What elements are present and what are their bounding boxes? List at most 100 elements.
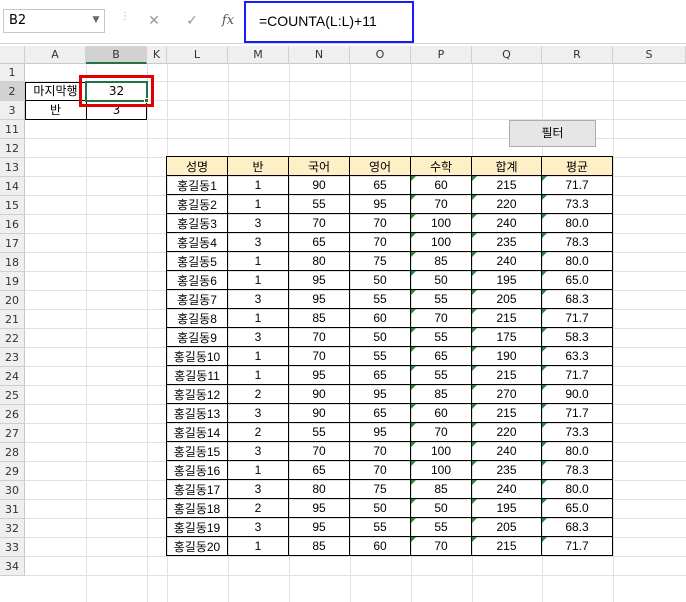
table-cell[interactable]: 60 (410, 175, 472, 195)
formula-input[interactable]: =COUNTA(L:L)+11 (259, 9, 377, 33)
table-cell[interactable]: 55 (349, 517, 411, 537)
table-cell[interactable]: 홍길동6 (166, 270, 228, 290)
table-cell[interactable]: 100 (410, 460, 472, 480)
table-cell[interactable]: 71.7 (541, 403, 613, 423)
row-header[interactable]: 32 (0, 519, 25, 538)
table-cell[interactable]: 75 (349, 479, 411, 499)
table-cell[interactable]: 68.3 (541, 517, 613, 537)
table-cell[interactable]: 70 (410, 308, 472, 328)
row-header[interactable]: 23 (0, 348, 25, 367)
table-cell[interactable]: 70 (410, 194, 472, 214)
table-cell[interactable]: 60 (349, 536, 411, 556)
table-header-cell[interactable]: 평균 (541, 156, 613, 176)
table-cell[interactable]: 80 (288, 251, 350, 271)
table-cell[interactable]: 1 (227, 251, 289, 271)
table-cell[interactable]: 55 (410, 365, 472, 385)
table-cell[interactable]: 55 (288, 194, 350, 214)
table-cell[interactable]: 50 (349, 498, 411, 518)
table-cell[interactable]: 100 (410, 441, 472, 461)
table-cell[interactable]: 3 (227, 232, 289, 252)
table-cell[interactable]: 215 (471, 308, 542, 328)
table-cell[interactable]: 75 (349, 251, 411, 271)
table-cell[interactable]: 65 (349, 175, 411, 195)
table-header-cell[interactable]: 영어 (349, 156, 411, 176)
table-cell[interactable]: 95 (288, 498, 350, 518)
table-cell[interactable]: 80.0 (541, 251, 613, 271)
table-cell[interactable]: 190 (471, 346, 542, 366)
col-header-l[interactable]: L (167, 46, 228, 64)
table-cell[interactable]: 65 (288, 460, 350, 480)
table-cell[interactable]: 70 (410, 536, 472, 556)
table-cell[interactable]: 홍길동8 (166, 308, 228, 328)
table-header-cell[interactable]: 반 (227, 156, 289, 176)
select-all-corner[interactable] (0, 46, 25, 64)
table-cell[interactable]: 홍길동7 (166, 289, 228, 309)
table-cell[interactable]: 홍길동13 (166, 403, 228, 423)
table-cell[interactable]: 71.7 (541, 365, 613, 385)
row-header[interactable]: 17 (0, 234, 25, 253)
table-cell[interactable]: 70 (288, 213, 350, 233)
table-cell[interactable]: 50 (349, 270, 411, 290)
table-cell[interactable]: 100 (410, 213, 472, 233)
row-header[interactable]: 28 (0, 443, 25, 462)
table-cell[interactable]: 65 (410, 346, 472, 366)
table-cell[interactable]: 55 (410, 327, 472, 347)
table-cell[interactable]: 73.3 (541, 422, 613, 442)
cell-a2[interactable]: 마지막행 (25, 82, 86, 101)
table-cell[interactable]: 195 (471, 270, 542, 290)
table-cell[interactable]: 홍길동16 (166, 460, 228, 480)
table-cell[interactable]: 215 (471, 536, 542, 556)
table-cell[interactable]: 71.7 (541, 308, 613, 328)
table-cell[interactable]: 85 (410, 251, 472, 271)
table-cell[interactable]: 80.0 (541, 479, 613, 499)
table-cell[interactable]: 235 (471, 460, 542, 480)
table-cell[interactable]: 1 (227, 536, 289, 556)
table-cell[interactable]: 95 (288, 270, 350, 290)
enter-icon[interactable]: ✓ (181, 9, 203, 33)
table-cell[interactable]: 215 (471, 403, 542, 423)
table-cell[interactable]: 90.0 (541, 384, 613, 404)
table-cell[interactable]: 홍길동3 (166, 213, 228, 233)
table-cell[interactable]: 홍길동12 (166, 384, 228, 404)
table-cell[interactable]: 68.3 (541, 289, 613, 309)
table-cell[interactable]: 3 (227, 213, 289, 233)
row-header[interactable]: 25 (0, 386, 25, 405)
table-cell[interactable]: 240 (471, 479, 542, 499)
table-cell[interactable]: 홍길동1 (166, 175, 228, 195)
col-header-o[interactable]: O (350, 46, 411, 64)
table-cell[interactable]: 73.3 (541, 194, 613, 214)
row-header[interactable]: 21 (0, 310, 25, 329)
row-header[interactable]: 29 (0, 462, 25, 481)
col-header-r[interactable]: R (542, 46, 613, 64)
table-cell[interactable]: 1 (227, 365, 289, 385)
table-cell[interactable]: 65.0 (541, 498, 613, 518)
cell-a3[interactable]: 반 (25, 101, 86, 120)
table-cell[interactable]: 홍길동20 (166, 536, 228, 556)
table-header-cell[interactable]: 국어 (288, 156, 350, 176)
row-header[interactable]: 1 (0, 64, 25, 82)
table-cell[interactable]: 95 (349, 422, 411, 442)
table-cell[interactable]: 95 (288, 517, 350, 537)
table-cell[interactable]: 55 (410, 289, 472, 309)
col-header-k[interactable]: K (147, 46, 167, 64)
table-cell[interactable]: 240 (471, 441, 542, 461)
table-cell[interactable]: 1 (227, 308, 289, 328)
table-cell[interactable]: 90 (288, 384, 350, 404)
table-cell[interactable]: 홍길동4 (166, 232, 228, 252)
table-cell[interactable]: 홍길동5 (166, 251, 228, 271)
table-cell[interactable]: 71.7 (541, 536, 613, 556)
table-cell[interactable]: 50 (410, 270, 472, 290)
row-header[interactable]: 30 (0, 481, 25, 500)
table-cell[interactable]: 55 (349, 346, 411, 366)
table-cell[interactable]: 65.0 (541, 270, 613, 290)
table-cell[interactable]: 2 (227, 384, 289, 404)
table-cell[interactable]: 홍길동11 (166, 365, 228, 385)
table-cell[interactable]: 3 (227, 479, 289, 499)
col-header-m[interactable]: M (228, 46, 289, 64)
table-cell[interactable]: 80 (288, 479, 350, 499)
table-cell[interactable]: 63.3 (541, 346, 613, 366)
row-header[interactable]: 14 (0, 177, 25, 196)
row-header[interactable]: 26 (0, 405, 25, 424)
table-cell[interactable]: 홍길동19 (166, 517, 228, 537)
row-header[interactable]: 34 (0, 557, 25, 576)
